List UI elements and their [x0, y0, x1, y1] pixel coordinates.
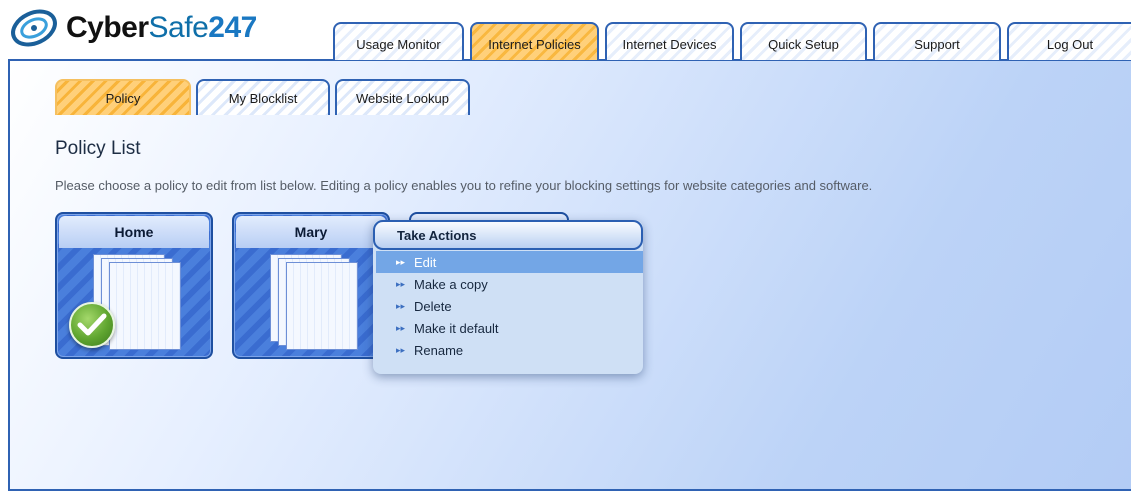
policy-card-mary[interactable]: Mary — [232, 212, 390, 359]
menu-item-label: Rename — [414, 342, 464, 358]
page-description: Please choose a policy to edit from list… — [55, 178, 873, 193]
double-arrow-right-icon: ▸▸ — [396, 278, 406, 289]
tab-label: Quick Setup — [768, 36, 839, 52]
double-arrow-right-icon: ▸▸ — [396, 300, 406, 311]
page-title: Policy List — [55, 138, 141, 159]
tab-label: Internet Policies — [488, 36, 581, 52]
menu-item-label: Make a copy — [414, 276, 488, 292]
brand-name-part2: Safe — [148, 11, 209, 44]
subtab-my-blocklist[interactable]: My Blocklist — [196, 79, 330, 115]
brand-name: CyberSafe247 — [66, 11, 257, 45]
subtab-policy[interactable]: Policy — [55, 79, 191, 115]
menu-item-label: Delete — [414, 298, 452, 314]
tab-support[interactable]: Support — [873, 22, 1001, 60]
checkmark-icon — [69, 302, 115, 348]
brand-name-part1: Cyber — [66, 11, 149, 44]
tab-quick-setup[interactable]: Quick Setup — [740, 22, 867, 60]
subtab-label: My Blocklist — [228, 90, 298, 106]
policy-name: Home — [114, 224, 154, 240]
menu-item-label: Edit — [414, 254, 437, 270]
tab-label: Internet Devices — [622, 36, 717, 52]
take-actions-menu: Take Actions ▸▸ Edit ▸▸ Make a copy ▸▸ D… — [373, 220, 643, 374]
menu-title: Take Actions — [373, 220, 643, 250]
tab-label: Support — [914, 36, 960, 52]
subtab-website-lookup[interactable]: Website Lookup — [335, 79, 470, 115]
menu-item-make-copy[interactable]: ▸▸ Make a copy — [376, 273, 643, 295]
double-arrow-right-icon: ▸▸ — [396, 322, 406, 333]
menu-item-make-default[interactable]: ▸▸ Make it default — [376, 317, 643, 339]
menu-item-edit[interactable]: ▸▸ Edit — [376, 251, 643, 273]
tab-label: Usage Monitor — [356, 36, 441, 52]
double-arrow-right-icon: ▸▸ — [396, 344, 406, 355]
tab-log-out[interactable]: Log Out — [1007, 22, 1131, 60]
policy-name: Mary — [294, 224, 328, 240]
tab-label: Log Out — [1046, 36, 1094, 52]
document-stack-icon — [270, 254, 360, 350]
subtab-label: Policy — [105, 90, 141, 106]
menu-item-label: Make it default — [414, 320, 499, 336]
logo-emblem-icon — [11, 9, 57, 47]
tab-usage-monitor[interactable]: Usage Monitor — [333, 22, 464, 60]
brand-name-part3: 247 — [208, 11, 257, 44]
tab-internet-policies[interactable]: Internet Policies — [470, 22, 599, 60]
subtab-label: Website Lookup — [356, 90, 449, 106]
tab-internet-devices[interactable]: Internet Devices — [605, 22, 734, 60]
menu-item-delete[interactable]: ▸▸ Delete — [376, 295, 643, 317]
brand-logo[interactable]: CyberSafe247 — [8, 6, 257, 50]
policy-card-home[interactable]: Home — [55, 212, 213, 359]
menu-item-rename[interactable]: ▸▸ Rename — [376, 339, 643, 361]
double-arrow-right-icon: ▸▸ — [396, 256, 406, 267]
app-window: CyberSafe247 Usage Monitor Internet Poli… — [0, 0, 1131, 493]
